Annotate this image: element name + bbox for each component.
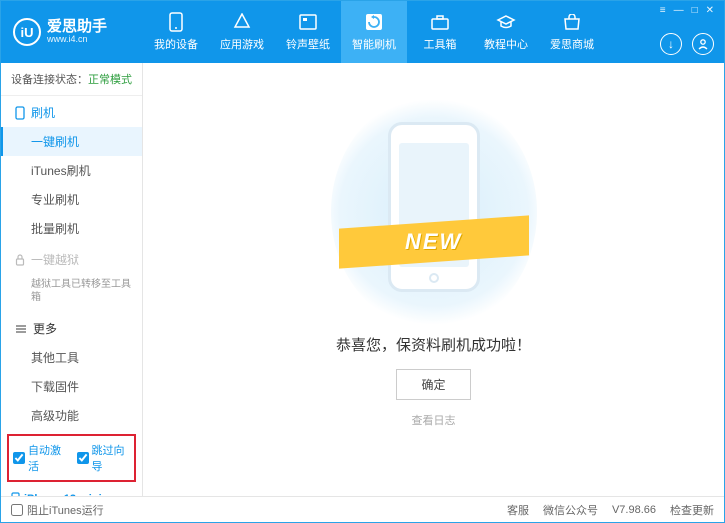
sidebar-item-oneclick[interactable]: 一键刷机 — [1, 127, 142, 156]
nav-label: 铃声壁纸 — [286, 36, 330, 52]
group-label: 一键越狱 — [31, 251, 79, 268]
sidebar-item-itunes[interactable]: iTunes刷机 — [1, 156, 142, 185]
footer-update[interactable]: 检查更新 — [670, 502, 714, 518]
ok-button[interactable]: 确定 — [396, 369, 470, 400]
nav-store[interactable]: 爱思商城 — [539, 1, 605, 63]
jailbreak-note: 越狱工具已转移至工具箱 — [1, 274, 142, 312]
main-content: NEW 恭喜您，保资料刷机成功啦！ 确定 查看日志 — [143, 63, 724, 496]
success-message: 恭喜您，保资料刷机成功啦！ — [336, 334, 531, 355]
nav-ringtones[interactable]: 铃声壁纸 — [275, 1, 341, 63]
connection-status: 设备连接状态：正常模式 — [1, 63, 142, 96]
checkbox-skip-guide[interactable]: 跳过向导 — [77, 442, 131, 474]
sidebar-group-more[interactable]: 更多 — [1, 312, 142, 343]
nav-label: 工具箱 — [424, 36, 457, 52]
user-icon[interactable] — [692, 33, 714, 55]
device-card[interactable]: iPhone 12 mini 64GB Down-12mini-13,1 — [1, 486, 142, 496]
maximize-button[interactable]: □ — [692, 5, 698, 16]
nav-flash[interactable]: 智能刷机 — [341, 1, 407, 63]
toolbox-icon — [430, 12, 450, 32]
sidebar: 设备连接状态：正常模式 刷机 一键刷机 iTunes刷机 专业刷机 批量刷机 一… — [1, 63, 143, 496]
checkbox-block-itunes[interactable]: 阻止iTunes运行 — [11, 502, 104, 518]
sidebar-group-jailbreak: 一键越狱 — [1, 243, 142, 274]
footer-version: V7.98.66 — [612, 504, 656, 516]
sidebar-item-firmware[interactable]: 下载固件 — [1, 372, 142, 401]
checkbox-input[interactable] — [77, 452, 89, 464]
flash-options-highlight: 自动激活 跳过向导 — [7, 434, 136, 482]
phone-icon — [166, 12, 186, 32]
footer-service[interactable]: 客服 — [507, 502, 529, 518]
menu-icon[interactable]: ≡ — [660, 5, 666, 16]
checkbox-label: 自动激活 — [28, 442, 67, 474]
close-button[interactable]: ✕ — [706, 5, 714, 16]
group-label: 更多 — [33, 320, 57, 337]
logo: iU 爱思助手 www.i4.cn — [1, 18, 143, 46]
nav-label: 应用游戏 — [220, 36, 264, 52]
main-nav: 我的设备 应用游戏 铃声壁纸 智能刷机 工具箱 教程中心 — [143, 1, 660, 63]
apps-icon — [232, 12, 252, 32]
checkbox-label: 跳过向导 — [92, 442, 131, 474]
status-bar: 阻止iTunes运行 客服 微信公众号 V7.98.66 检查更新 — [1, 496, 724, 522]
status-label: 设备连接状态： — [11, 74, 88, 86]
wallpaper-icon — [298, 12, 318, 32]
status-value: 正常模式 — [88, 74, 132, 86]
checkbox-label: 阻止iTunes运行 — [27, 502, 104, 518]
graduation-icon — [496, 12, 516, 32]
nav-my-device[interactable]: 我的设备 — [143, 1, 209, 63]
nav-toolbox[interactable]: 工具箱 — [407, 1, 473, 63]
logo-icon: iU — [13, 18, 41, 46]
nav-tutorials[interactable]: 教程中心 — [473, 1, 539, 63]
checkbox-auto-activate[interactable]: 自动激活 — [13, 442, 67, 474]
checkbox-input[interactable] — [13, 452, 25, 464]
sidebar-item-batch[interactable]: 批量刷机 — [1, 214, 142, 243]
refresh-icon — [364, 12, 384, 32]
ribbon-text: NEW — [405, 229, 462, 255]
success-illustration: NEW — [349, 112, 519, 312]
app-title: 爱思助手 — [47, 19, 107, 36]
checkbox-input[interactable] — [11, 504, 23, 516]
window-controls: ≡ — □ ✕ — [660, 5, 714, 16]
view-log-link[interactable]: 查看日志 — [412, 412, 456, 428]
app-url: www.i4.cn — [47, 35, 107, 45]
lock-icon — [15, 254, 25, 266]
title-bar: iU 爱思助手 www.i4.cn 我的设备 应用游戏 铃声壁纸 智能刷机 — [1, 1, 724, 63]
minimize-button[interactable]: — — [674, 5, 684, 16]
nav-apps[interactable]: 应用游戏 — [209, 1, 275, 63]
group-label: 刷机 — [31, 104, 55, 121]
phone-icon — [15, 106, 25, 120]
nav-label: 爱思商城 — [550, 36, 594, 52]
sidebar-item-pro[interactable]: 专业刷机 — [1, 185, 142, 214]
sidebar-item-advanced[interactable]: 高级功能 — [1, 401, 142, 430]
menu-icon — [15, 324, 27, 334]
app-window: iU 爱思助手 www.i4.cn 我的设备 应用游戏 铃声壁纸 智能刷机 — [0, 0, 725, 523]
download-icon[interactable]: ↓ — [660, 33, 682, 55]
sidebar-group-flash[interactable]: 刷机 — [1, 96, 142, 127]
sidebar-item-other[interactable]: 其他工具 — [1, 343, 142, 372]
footer-wechat[interactable]: 微信公众号 — [543, 502, 598, 518]
nav-label: 我的设备 — [154, 36, 198, 52]
store-icon — [562, 12, 582, 32]
nav-label: 智能刷机 — [352, 36, 396, 52]
nav-label: 教程中心 — [484, 36, 528, 52]
